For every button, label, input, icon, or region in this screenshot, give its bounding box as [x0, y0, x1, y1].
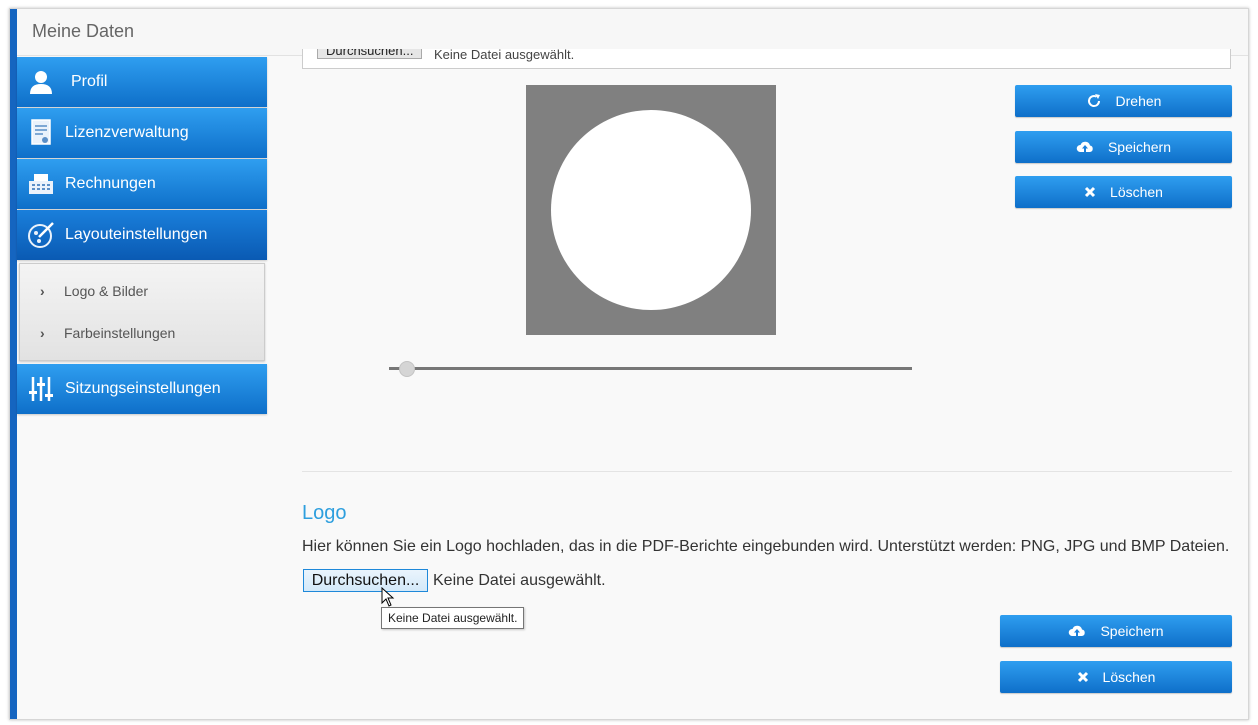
chevron-right-icon: › — [40, 283, 45, 299]
crop-circle[interactable] — [551, 110, 751, 310]
image-save-label: Speichern — [1107, 139, 1172, 155]
image-delete-button[interactable]: Löschen — [1015, 176, 1232, 208]
close-icon — [1084, 186, 1096, 198]
sidebar: Profil Lizenzverwaltung Rechnungen Layou… — [17, 57, 267, 415]
image-file-status: Keine Datei ausgewählt. — [434, 49, 575, 62]
logo-file-status: Keine Datei ausgewählt. — [433, 572, 606, 589]
image-delete-label: Löschen — [1110, 184, 1163, 200]
cash-register-icon — [17, 172, 65, 196]
user-icon — [17, 69, 65, 95]
sidebar-item-label: Layouteinstellungen — [65, 226, 208, 243]
sliders-icon — [17, 376, 65, 402]
section-divider — [302, 471, 1232, 472]
logo-save-button[interactable]: Speichern — [1000, 615, 1232, 647]
sidebar-item-label: Rechnungen — [65, 175, 156, 192]
sidebar-item-lizenzverwaltung[interactable]: Lizenzverwaltung — [17, 108, 267, 158]
sidebar-item-rechnungen[interactable]: Rechnungen — [17, 159, 267, 209]
image-browse-button[interactable]: Durchsuchen... — [317, 49, 423, 59]
image-save-button[interactable]: Speichern — [1015, 131, 1232, 163]
sidebar-item-label: Profil — [71, 73, 108, 90]
chevron-right-icon: › — [40, 325, 45, 341]
sidebar-item-sitzungseinstellungen[interactable]: Sitzungseinstellungen — [17, 364, 267, 414]
rotate-icon — [1086, 93, 1102, 109]
cloud-upload-icon — [1068, 624, 1086, 638]
logo-heading: Logo — [302, 502, 347, 524]
submenu-item-label: Farbeinstellungen — [64, 325, 176, 341]
sidebar-item-label: Sitzungseinstellungen — [65, 380, 221, 397]
slider-thumb[interactable] — [399, 361, 415, 377]
slider-track[interactable] — [389, 367, 912, 370]
accent-bar — [10, 9, 17, 719]
logo-delete-button[interactable]: Löschen — [1000, 661, 1232, 693]
image-file-input[interactable]: Durchsuchen... Keine Datei ausgewählt. — [302, 49, 1231, 69]
sidebar-item-profil[interactable]: Profil — [17, 57, 267, 107]
cloud-upload-icon — [1076, 140, 1094, 154]
logo-delete-label: Löschen — [1102, 669, 1156, 685]
logo-save-label: Speichern — [1100, 623, 1164, 639]
close-icon — [1077, 671, 1089, 683]
palette-icon — [17, 221, 65, 249]
rotate-label: Drehen — [1115, 93, 1162, 109]
logo-description: Hier können Sie ein Logo hochladen, das … — [302, 538, 1230, 555]
sidebar-item-label: Lizenzverwaltung — [65, 124, 189, 141]
file-tooltip: Keine Datei ausgewählt. — [381, 607, 525, 629]
submenu-item-label: Logo & Bilder — [64, 283, 149, 299]
logo-browse-button[interactable]: Durchsuchen... — [303, 569, 428, 592]
submenu-item-farbeinstellungen[interactable]: › Farbeinstellungen — [20, 312, 264, 354]
main-content: Durchsuchen... Keine Datei ausgewählt. D… — [302, 49, 1232, 719]
submenu-item-logo-bilder[interactable]: › Logo & Bilder — [20, 270, 264, 312]
app-window: Meine Daten Profil Lizenzverwaltung Rech… — [9, 8, 1249, 720]
rotate-button[interactable]: Drehen — [1015, 85, 1232, 117]
zoom-slider[interactable] — [389, 361, 912, 377]
image-crop-area[interactable] — [526, 85, 776, 335]
certificate-icon — [17, 119, 65, 147]
layout-submenu: › Logo & Bilder › Farbeinstellungen — [19, 263, 265, 361]
sidebar-item-layouteinstellungen[interactable]: Layouteinstellungen — [17, 210, 267, 260]
window-title: Meine Daten — [32, 21, 135, 41]
